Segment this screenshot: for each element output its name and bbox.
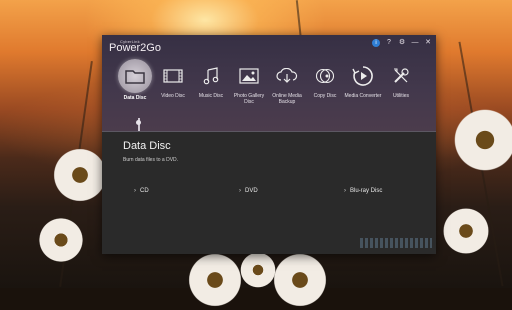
help-button[interactable]: ? — [385, 39, 393, 47]
nav-label: Music Disc — [198, 93, 224, 99]
folder-icon — [118, 59, 152, 93]
music-note-icon — [198, 63, 224, 89]
nav-utilities[interactable]: Utilities — [382, 59, 420, 129]
nav-label: Data Disc — [123, 95, 147, 101]
app-header: CyberLink Power2Go i ? ⚙ — ✕ Data Disc V… — [102, 35, 436, 131]
nav-label: Media Converter — [344, 93, 382, 99]
wallpaper-daisy — [238, 250, 278, 290]
nav-copy-disc[interactable]: Copy Disc — [306, 59, 344, 129]
watermark — [360, 238, 432, 248]
tools-icon — [388, 63, 414, 89]
settings-button[interactable]: ⚙ — [398, 39, 406, 47]
nav-label: Copy Disc — [313, 93, 337, 99]
nav-label: Video Disc — [161, 93, 185, 99]
wallpaper-daisy — [270, 250, 330, 310]
page-subtitle: Burn data files to a DVD. — [123, 157, 179, 163]
page-title: Data Disc — [123, 140, 171, 152]
info-icon[interactable]: i — [372, 39, 380, 47]
nav-online-media-backup[interactable]: Online Media Backup — [268, 59, 306, 129]
wallpaper-daisy — [440, 205, 492, 257]
nav-video-disc[interactable]: Video Disc — [154, 59, 192, 129]
option-label: CD — [140, 188, 149, 194]
photo-icon — [236, 63, 262, 89]
copy-disc-icon — [312, 63, 338, 89]
option-dvd[interactable]: › DVD — [239, 188, 258, 194]
cloud-download-icon — [274, 63, 300, 89]
nav-photo-gallery-disc[interactable]: Photo Gallery Disc — [230, 59, 268, 129]
nav-data-disc[interactable]: Data Disc — [116, 59, 154, 129]
nav-label: Photo Gallery Disc — [233, 93, 265, 105]
chevron-right-icon: › — [239, 188, 241, 194]
nav-media-converter[interactable]: Media Converter — [344, 59, 382, 129]
wallpaper-daisy — [185, 250, 245, 310]
minimize-button[interactable]: — — [411, 39, 419, 47]
wallpaper-daisy — [36, 215, 86, 265]
app-title: Power2Go — [109, 42, 161, 54]
media-converter-icon — [350, 63, 376, 89]
task-navigation: Data Disc Video Disc Music Disc Photo Ga… — [116, 59, 420, 129]
film-icon — [160, 63, 186, 89]
option-cd[interactable]: › CD — [134, 188, 149, 194]
nav-music-disc[interactable]: Music Disc — [192, 59, 230, 129]
wallpaper-daisy — [450, 105, 512, 175]
option-label: Blu-ray Disc — [350, 188, 383, 194]
chevron-right-icon: › — [134, 188, 136, 194]
power2go-window: CyberLink Power2Go i ? ⚙ — ✕ Data Disc V… — [102, 35, 436, 254]
option-blu-ray-disc[interactable]: › Blu-ray Disc — [344, 188, 382, 194]
main-panel: Data Disc Burn data files to a DVD. › CD… — [102, 132, 436, 254]
active-tab-dot — [136, 120, 141, 125]
wallpaper-daisy — [50, 145, 110, 205]
option-label: DVD — [245, 188, 258, 194]
nav-label: Online Media Backup — [272, 93, 302, 105]
nav-label: Utilities — [392, 93, 410, 99]
chevron-right-icon: › — [344, 188, 346, 194]
close-button[interactable]: ✕ — [424, 39, 432, 47]
window-controls: i ? ⚙ — ✕ — [372, 39, 432, 47]
